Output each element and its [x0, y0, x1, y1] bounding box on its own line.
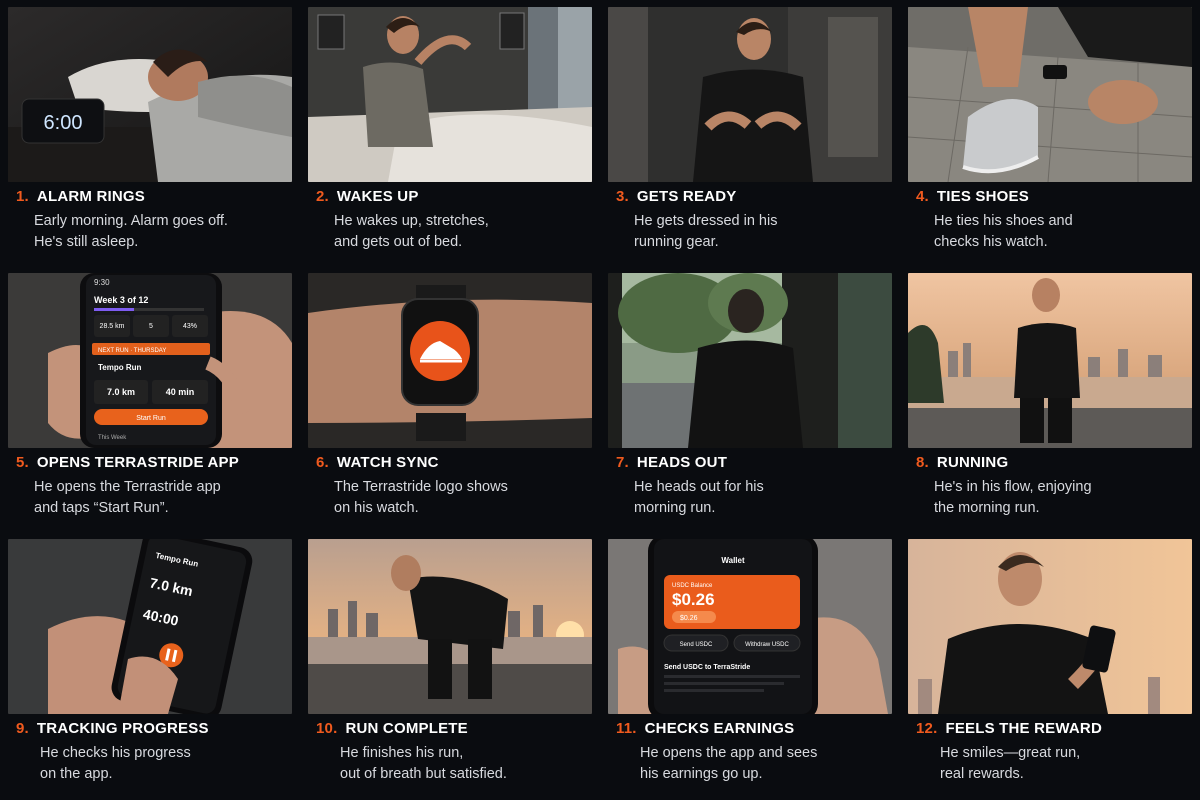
- step-title: TIES SHOES: [936, 188, 1029, 205]
- step-description: He gets dressed in his running gear.: [634, 213, 778, 250]
- start-run-label: Start Run: [136, 415, 166, 422]
- alarm-clock-time: 6:00: [44, 112, 83, 134]
- step-card-2: 2. WAKES UP He wakes up, stretches, and g…: [300, 0, 598, 266]
- storyboard-grid: 6:00 1. ALARM RINGS Early morning. Alarm …: [0, 0, 1200, 800]
- withdraw-usdc-label: Withdraw USDC: [745, 642, 789, 648]
- week-progress-bar: [94, 308, 134, 311]
- step-card-9: Tempo Run 7.0 km 40:00 9. TRACKING PROGRE…: [0, 532, 298, 800]
- photo-opens-app: 9:30 Week 3 of 12 28.5 km 5 43% NEXT RUN…: [8, 273, 292, 448]
- run-distance: 7.0 km: [107, 387, 135, 397]
- phone-status-time: 9:30: [94, 278, 110, 287]
- step-description: The Terrastride logo shows on his watch.: [334, 479, 508, 516]
- photo-heads-out: [608, 273, 892, 448]
- step-title: RUNNING: [936, 454, 1009, 471]
- step-number: 2.: [316, 188, 329, 205]
- wallet-header: Wallet: [721, 556, 745, 565]
- stat-runs: 5: [149, 323, 153, 330]
- step-description: He checks his progress on the app.: [40, 745, 191, 782]
- photo-alarm-rings: 6:00: [8, 7, 292, 182]
- step-number: 10.: [316, 720, 338, 737]
- run-name: Tempo Run: [98, 363, 142, 372]
- step-number: 1.: [16, 188, 29, 205]
- step-title: WATCH SYNC: [336, 454, 439, 471]
- step-title: TRACKING PROGRESS: [36, 720, 209, 737]
- photo-wakes-up: [308, 7, 592, 182]
- photo-checks-earnings: Wallet USDC Balance $0.26 $0.26 Send USD…: [608, 539, 892, 714]
- step-title: FEELS THE REWARD: [945, 720, 1102, 737]
- step-number: 11.: [616, 720, 637, 737]
- step-title: ALARM RINGS: [36, 188, 145, 205]
- step-description: He ties his shoes and checks his watch.: [934, 213, 1073, 250]
- step-card-10: 10. RUN COMPLETE He finishes his run, out…: [300, 532, 598, 800]
- stat-distance: 28.5 km: [100, 323, 125, 330]
- step-number: 8.: [916, 454, 929, 471]
- this-week-label: This Week: [98, 435, 127, 441]
- step-description: He heads out for his morning run.: [634, 479, 764, 516]
- photo-ties-shoes: [908, 7, 1192, 182]
- step-title: OPENS TERRASTRIDE APP: [36, 454, 239, 471]
- step-number: 6.: [316, 454, 329, 471]
- balance-badge: $0.26: [680, 615, 698, 622]
- step-description: He smiles—great run, real rewards.: [940, 745, 1081, 782]
- phone-week-label: Week 3 of 12: [94, 295, 148, 305]
- next-run-label: NEXT RUN · THURSDAY: [98, 348, 166, 354]
- usdc-balance: $0.26: [672, 590, 715, 609]
- step-card-11: Wallet USDC Balance $0.26 $0.26 Send USD…: [600, 532, 898, 800]
- balance-label: USDC Balance: [672, 583, 713, 589]
- step-title: CHECKS EARNINGS: [644, 720, 795, 737]
- step-number: 12.: [916, 720, 938, 737]
- step-number: 5.: [16, 454, 29, 471]
- step-card-8: 8. RUNNING He's in his flow, enjoying the…: [900, 266, 1198, 532]
- step-card-3: 3. GETS READY He gets dressed in his runn…: [600, 0, 898, 266]
- step-description: He finishes his run, out of breath but s…: [340, 745, 507, 782]
- step-number: 3.: [616, 188, 629, 205]
- photo-run-complete: [308, 539, 592, 714]
- run-time: 40 min: [166, 387, 195, 397]
- step-card-1: 6:00 1. ALARM RINGS Early morning. Alarm …: [0, 0, 298, 266]
- step-description: He's in his flow, enjoying the morning r…: [934, 479, 1092, 516]
- step-title: WAKES UP: [336, 188, 419, 205]
- step-title: GETS READY: [636, 188, 737, 205]
- step-card-6: 6. WATCH SYNC The Terrastride logo shows …: [300, 266, 598, 532]
- step-number: 9.: [16, 720, 29, 737]
- photo-running: [908, 273, 1192, 448]
- step-title: RUN COMPLETE: [345, 720, 468, 737]
- step-description: He opens the app and sees his earnings g…: [640, 745, 818, 782]
- step-card-12: 12. FEELS THE REWARD He smiles—great run,…: [900, 532, 1198, 800]
- photo-gets-ready: [608, 7, 892, 182]
- photo-tracking-progress: Tempo Run 7.0 km 40:00: [8, 539, 292, 714]
- step-card-5: 9:30 Week 3 of 12 28.5 km 5 43% NEXT RUN…: [0, 266, 298, 532]
- step-title: HEADS OUT: [636, 454, 728, 471]
- send-usdc-label: Send USDC: [680, 642, 713, 648]
- photo-feels-the-reward: [908, 539, 1192, 714]
- send-title: Send USDC to TerraStride: [664, 664, 750, 671]
- stat-percent: 43%: [183, 323, 197, 330]
- step-number: 4.: [916, 188, 929, 205]
- photo-watch-sync: [308, 273, 592, 448]
- step-card-4: 4. TIES SHOES He ties his shoes and check…: [900, 0, 1198, 266]
- step-card-7: 7. HEADS OUT He heads out for his morning…: [600, 266, 898, 532]
- step-description: Early morning. Alarm goes off. He's stil…: [34, 213, 228, 250]
- step-number: 7.: [616, 454, 629, 471]
- step-description: He opens the Terrastride app and taps “S…: [34, 479, 221, 516]
- step-description: He wakes up, stretches, and gets out of …: [334, 213, 489, 250]
